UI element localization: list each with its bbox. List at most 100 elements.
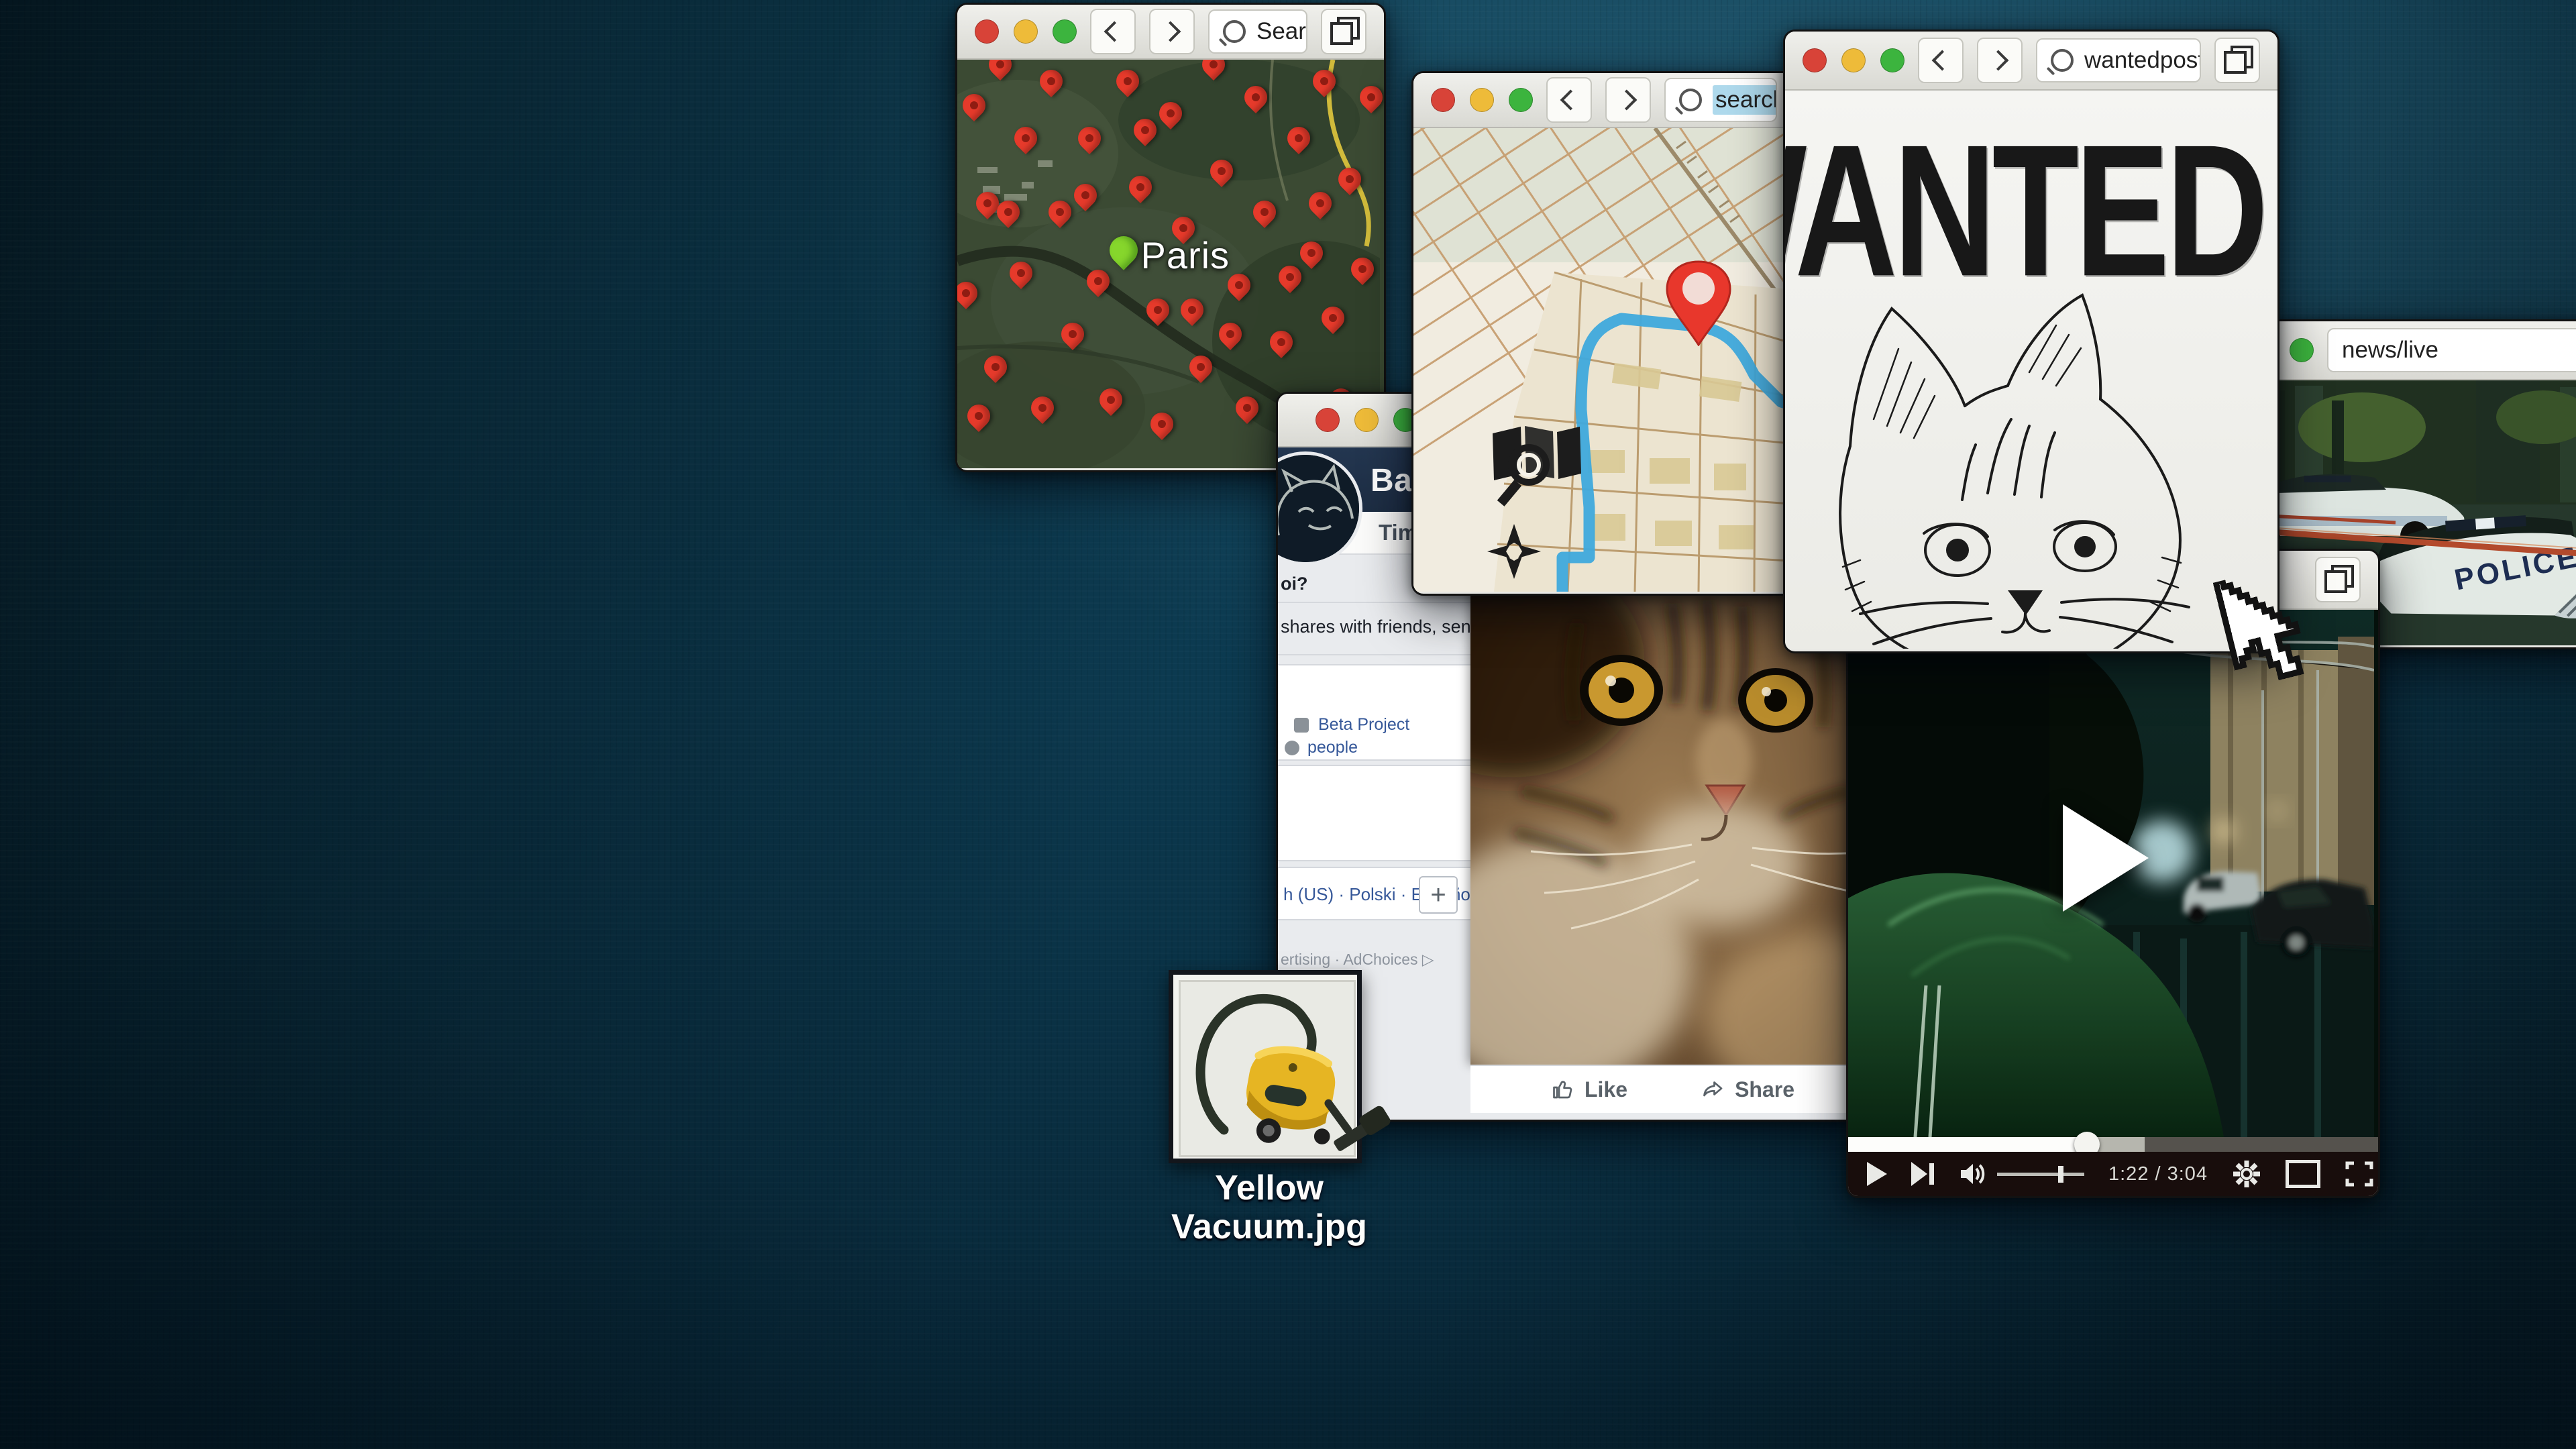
map-pin-icon[interactable] xyxy=(1265,326,1297,358)
minimize-button-icon[interactable] xyxy=(1841,48,1866,72)
video-control-bar: 1:22 / 3:04 xyxy=(1848,1152,2378,1196)
map-pin-icon[interactable] xyxy=(1069,179,1102,211)
map-pin-icon[interactable] xyxy=(1146,408,1178,440)
close-button-icon[interactable] xyxy=(1803,48,1827,72)
like-button[interactable]: Like xyxy=(1551,1077,1627,1102)
vancouver-street-map[interactable] xyxy=(1413,128,1794,592)
map-pin-icon[interactable] xyxy=(1205,155,1238,187)
vacuum-file-icon[interactable] xyxy=(1169,970,1362,1163)
map-pin-icon[interactable] xyxy=(1142,294,1174,326)
zoom-button-icon[interactable] xyxy=(1880,48,1904,72)
people-link[interactable]: people xyxy=(1307,738,1358,757)
wanted-url-field[interactable]: wantedposter.jpg xyxy=(2036,38,2201,83)
map-pin-icon[interactable] xyxy=(1044,196,1076,228)
post-action-bar: Like Share xyxy=(1470,1065,1862,1113)
map-pin-icon[interactable] xyxy=(1197,60,1230,80)
map-pin-icon[interactable] xyxy=(1274,261,1306,293)
divider xyxy=(1278,654,1472,655)
vancouver-search-window[interactable]: search:vancouver xyxy=(1411,71,1796,596)
volume-slider[interactable] xyxy=(1997,1173,2084,1176)
paris-map-label: Paris xyxy=(1140,233,1230,277)
map-pin-icon[interactable] xyxy=(1240,81,1272,113)
destination-pin-icon[interactable] xyxy=(1662,259,1735,346)
map-pin-icon[interactable] xyxy=(1231,392,1263,424)
vacuum-file-label[interactable]: Yellow Vacuum.jpg xyxy=(1108,1169,1430,1246)
video-progress-bar[interactable] xyxy=(1848,1137,2378,1152)
map-pin-icon[interactable] xyxy=(1248,196,1281,228)
forward-button[interactable] xyxy=(1149,9,1195,54)
paris-url-field[interactable]: Search:france/paris xyxy=(1208,9,1307,54)
map-pin-icon[interactable] xyxy=(984,60,1016,80)
time-display: 1:22 / 3:04 xyxy=(2108,1163,2208,1185)
divider xyxy=(1278,602,1472,603)
map-pin-icon[interactable] xyxy=(1026,392,1059,424)
minimize-button-icon[interactable] xyxy=(1470,88,1494,112)
forward-button[interactable] xyxy=(1605,77,1651,123)
back-button[interactable] xyxy=(1546,77,1592,123)
map-pin-icon[interactable] xyxy=(1124,171,1157,203)
map-pin-icon[interactable] xyxy=(979,351,1012,383)
settings-button[interactable] xyxy=(2232,1159,2261,1189)
map-pin-icon[interactable] xyxy=(1214,318,1246,350)
news-url-field[interactable]: news/live xyxy=(2327,328,2576,372)
next-button[interactable] xyxy=(1911,1162,1934,1186)
map-pin-icon[interactable] xyxy=(1082,265,1114,297)
fullscreen-button[interactable] xyxy=(2345,1161,2374,1187)
back-button[interactable] xyxy=(1090,9,1136,54)
window-controls xyxy=(1803,48,1904,72)
close-button-icon[interactable] xyxy=(1431,88,1455,112)
map-pin-icon[interactable] xyxy=(1010,122,1042,154)
desktop-background: news/live xyxy=(0,0,2576,1449)
vancouver-url-field[interactable]: search:vancouver xyxy=(1664,78,1777,122)
map-pin-icon[interactable] xyxy=(1283,122,1315,154)
map-pin-icon[interactable] xyxy=(1112,65,1144,97)
map-pin-icon[interactable] xyxy=(1155,97,1187,129)
map-pin-icon[interactable] xyxy=(1073,122,1106,154)
video-still[interactable] xyxy=(1848,610,2378,1137)
chevron-right-icon xyxy=(1160,21,1181,42)
wanted-poster-window[interactable]: wantedposter.jpg WANTED xyxy=(1783,30,2279,653)
miniplayer-button[interactable] xyxy=(2286,1160,2320,1188)
map-pin-icon[interactable] xyxy=(958,89,990,121)
map-pin-icon[interactable] xyxy=(1334,163,1366,195)
sidebar-card-photos xyxy=(1278,765,1474,861)
map-pin-icon[interactable] xyxy=(1355,81,1384,113)
duplicate-window-button[interactable] xyxy=(2315,557,2361,602)
volume-control[interactable] xyxy=(1958,1161,2084,1187)
zoom-button-icon[interactable] xyxy=(1509,88,1533,112)
duplicate-window-button[interactable] xyxy=(2214,38,2260,83)
play-overlay-icon[interactable] xyxy=(2063,804,2149,912)
close-button-icon[interactable] xyxy=(1316,408,1340,432)
forward-button[interactable] xyxy=(1977,38,2023,83)
add-language-button[interactable]: + xyxy=(1419,876,1458,914)
map-pin-icon[interactable] xyxy=(1129,114,1161,146)
profile-question-fragment: oi? xyxy=(1281,574,1308,594)
thumbs-up-icon xyxy=(1551,1077,1575,1102)
map-pin-icon[interactable] xyxy=(1176,294,1208,326)
map-pin-icon[interactable] xyxy=(1308,65,1340,97)
share-button[interactable]: Share xyxy=(1701,1077,1794,1102)
map-pin-icon[interactable] xyxy=(1057,318,1089,350)
cat-post-photo[interactable] xyxy=(1470,590,1862,1065)
footer-links-fragment[interactable]: ertising · AdChoices ▷ xyxy=(1281,951,1434,969)
play-button[interactable] xyxy=(1867,1162,1887,1186)
map-pin-icon[interactable] xyxy=(1304,187,1336,219)
map-pin-icon[interactable] xyxy=(1184,351,1216,383)
beta-project-link[interactable]: Beta Project xyxy=(1318,715,1409,735)
map-pin-icon[interactable] xyxy=(1005,257,1037,289)
map-pin-icon[interactable] xyxy=(1095,384,1127,416)
zoom-button-icon[interactable] xyxy=(2290,338,2314,362)
zoom-button-icon[interactable] xyxy=(1053,19,1077,44)
map-pin-icon[interactable] xyxy=(1295,236,1328,268)
close-button-icon[interactable] xyxy=(975,19,999,44)
back-button[interactable] xyxy=(1918,38,1964,83)
duplicate-window-button[interactable] xyxy=(1321,9,1366,54)
search-icon xyxy=(1223,20,1246,43)
map-pin-icon[interactable] xyxy=(1317,302,1349,334)
map-pin-icon[interactable] xyxy=(1346,253,1379,285)
minimize-button-icon[interactable] xyxy=(1014,19,1038,44)
map-pin-icon[interactable] xyxy=(957,277,982,309)
minimize-button-icon[interactable] xyxy=(1354,408,1379,432)
map-pin-icon[interactable] xyxy=(963,400,995,432)
map-pin-icon[interactable] xyxy=(1035,65,1067,97)
